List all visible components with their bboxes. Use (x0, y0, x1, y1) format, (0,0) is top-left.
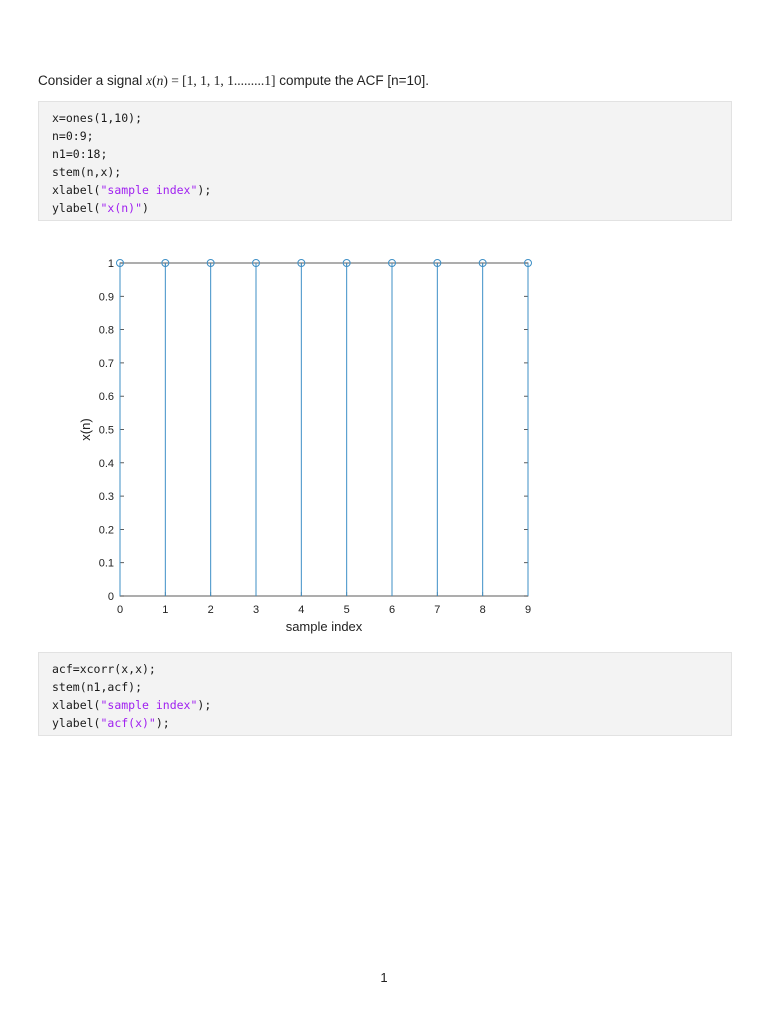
math-sequence: = [1, 1, 1, 1.........1] (167, 73, 276, 88)
y-tick-label: 0.7 (99, 358, 114, 370)
code-text: xlabel( (52, 183, 101, 197)
x-tick-label: 8 (480, 604, 486, 616)
code-text: stem(n1,acf); (52, 680, 143, 694)
y-tick-label: 0.8 (99, 325, 114, 337)
y-tick-label: 0.4 (99, 458, 114, 470)
code-line: ylabel("x(n)") (52, 199, 718, 217)
y-tick-label: 0.6 (99, 391, 114, 403)
code-line: n1=0:18; (52, 145, 718, 163)
code-text: ); (197, 183, 212, 197)
math-variable: n (156, 73, 164, 88)
signal-expression: x(n) = [1, 1, 1, 1.........1] (146, 73, 276, 88)
code-text: x=ones(1,10); (52, 111, 143, 125)
code-text: ylabel( (52, 716, 101, 730)
code-line: n=0:9; (52, 127, 718, 145)
x-tick-label: 5 (344, 604, 350, 616)
x-axis-label: sample index (286, 619, 363, 634)
code-text: stem(n,x); (52, 165, 122, 179)
x-tick-label: 0 (117, 604, 123, 616)
axes-box (119, 262, 529, 597)
x-tick-label: 2 (208, 604, 214, 616)
code-text: ylabel( (52, 201, 101, 215)
page-number: 1 (380, 970, 388, 985)
x-tick-label: 6 (389, 604, 395, 616)
y-tick-label: 0 (108, 591, 114, 603)
x-tick-label: 1 (162, 604, 168, 616)
code-string: "x(n)" (100, 201, 143, 215)
code-line: xlabel("sample index"); (52, 696, 718, 714)
code-line: x=ones(1,10); (52, 109, 718, 127)
y-tick-label: 0.1 (99, 558, 114, 570)
code-line: xlabel("sample index"); (52, 181, 718, 199)
problem-prefix: Consider a signal (38, 73, 147, 88)
y-tick-label: 0.3 (99, 491, 114, 503)
x-tick-label: 9 (525, 604, 531, 616)
y-tick-label: 0.5 (99, 425, 114, 437)
x-tick-label: 4 (298, 604, 304, 616)
x-tick-label: 7 (434, 604, 440, 616)
code-block-2[interactable]: acf=xcorr(x,x); stem(n1,acf); xlabel("samp… (38, 652, 732, 736)
code-text: ); (197, 698, 212, 712)
code-line: stem(n,x); (52, 163, 718, 181)
y-tick-label: 0.2 (99, 524, 114, 536)
code-text: xlabel( (52, 698, 101, 712)
code-block-1[interactable]: x=ones(1,10); n=0:9; n1=0:18; stem(n,x); xla… (38, 101, 732, 221)
code-text: ) (142, 201, 149, 215)
y-tick-label: 1 (108, 258, 114, 270)
y-tick-label: 0.9 (99, 291, 114, 303)
problem-suffix: compute the ACF [n=10]. (275, 73, 430, 88)
stem-plot: 0 0.1 0.2 0.3 0.4 0.5 0.6 0.7 0.8 0.9 1 0 1 2 3 4 5 6 7 8 9 s… (78, 258, 532, 634)
code-string: "sample index" (100, 183, 198, 197)
code-string: "acf(x)" (100, 716, 156, 730)
code-text: ); (155, 716, 170, 730)
code-line: acf=xcorr(x,x); (52, 660, 718, 678)
math-function-name: x (146, 73, 153, 88)
code-text: acf=xcorr(x,x); (52, 662, 156, 676)
code-string: "sample index" (100, 698, 198, 712)
code-text: n1=0:18; (52, 147, 108, 161)
y-axis-label: x(n) (78, 418, 93, 440)
code-line: ylabel("acf(x)"); (52, 714, 718, 732)
x-tick-label: 3 (253, 604, 259, 616)
problem-statement: Consider a signal x(n) = [1, 1, 1, 1....… (38, 72, 738, 90)
code-line: stem(n1,acf); (52, 678, 718, 696)
code-text: n=0:9; (52, 129, 94, 143)
